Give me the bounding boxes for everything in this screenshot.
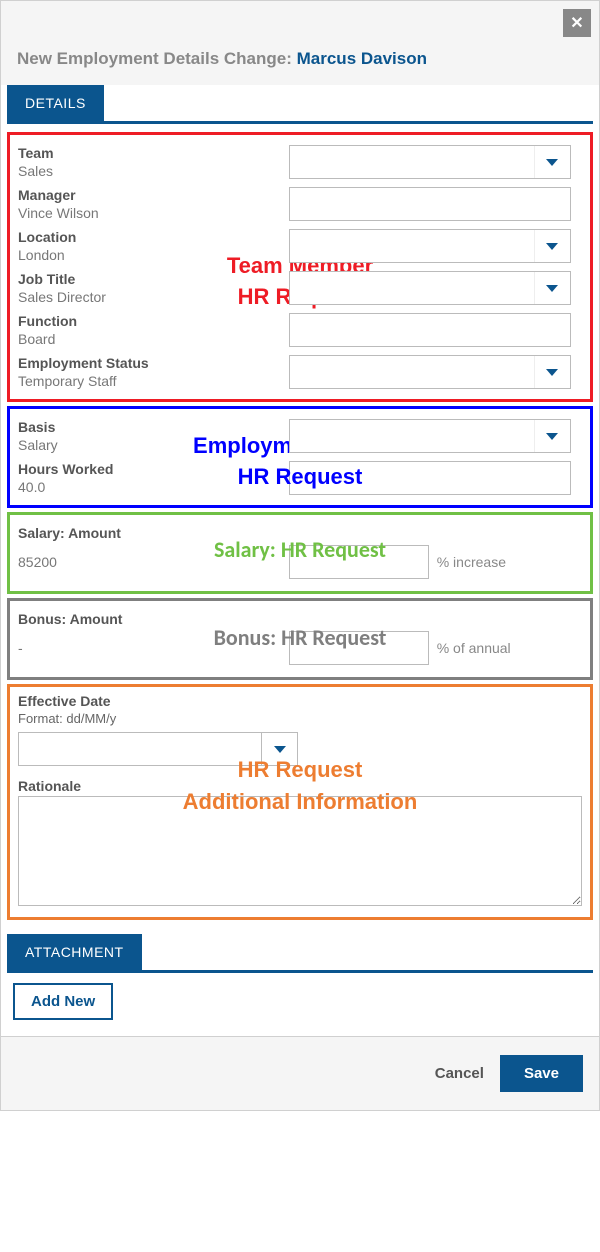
- bonus-value: -: [18, 640, 289, 656]
- location-dropdown[interactable]: [289, 229, 571, 263]
- effective-date-label: Effective Date: [18, 693, 582, 709]
- salary-section: Salary: HR Request Salary: Amount 85200 …: [7, 512, 593, 594]
- function-row: Function Board: [18, 309, 582, 351]
- empstatus-value: Temporary Staff: [18, 373, 289, 389]
- modal-footer: Cancel Save: [1, 1036, 599, 1110]
- location-value: London: [18, 247, 289, 263]
- salary-value: 85200: [18, 554, 289, 570]
- hours-row: Hours Worked 40.0: [18, 457, 582, 499]
- empstatus-row: Employment Status Temporary Staff: [18, 351, 582, 393]
- modal-dialog: ✕ New Employment Details Change: Marcus …: [0, 0, 600, 1111]
- close-icon: ✕: [570, 13, 583, 33]
- basis-value: Salary: [18, 437, 289, 453]
- basis-row: Basis Salary: [18, 415, 582, 457]
- tab-details[interactable]: DETAILS: [7, 85, 104, 121]
- date-picker-button[interactable]: [262, 732, 298, 766]
- function-input[interactable]: [289, 313, 571, 347]
- chevron-down-icon: [534, 420, 570, 452]
- salary-suffix: % increase: [437, 554, 506, 570]
- chevron-down-icon: [534, 230, 570, 262]
- team-row: Team Sales: [18, 141, 582, 183]
- date-input-wrap: [18, 732, 298, 766]
- header-prefix: New Employment Details Change:: [17, 49, 297, 68]
- modal-header: New Employment Details Change: Marcus Da…: [1, 1, 599, 85]
- basis-dropdown[interactable]: [289, 419, 571, 453]
- jobtitle-label: Job Title: [18, 271, 289, 287]
- location-label: Location: [18, 229, 289, 245]
- chevron-down-icon: [274, 746, 286, 753]
- save-button[interactable]: Save: [500, 1055, 583, 1092]
- rationale-textarea[interactable]: [18, 796, 582, 906]
- jobtitle-value: Sales Director: [18, 289, 289, 305]
- close-button[interactable]: ✕: [563, 9, 591, 37]
- bonus-label: Bonus: Amount: [18, 611, 289, 627]
- salary-label: Salary: Amount: [18, 525, 289, 541]
- team-label: Team: [18, 145, 289, 161]
- function-label: Function: [18, 313, 289, 329]
- bonus-suffix: % of annual: [437, 640, 511, 656]
- effective-date-input[interactable]: [18, 732, 262, 766]
- employment-record-section: Employment Record HR Request Basis Salar…: [7, 406, 593, 508]
- bonus-section: Bonus: HR Request Bonus: Amount - % of a…: [7, 598, 593, 680]
- tab-attachment[interactable]: ATTACHMENT: [7, 934, 142, 970]
- team-value: Sales: [18, 163, 289, 179]
- manager-input[interactable]: [289, 187, 571, 221]
- hours-value: 40.0: [18, 479, 289, 495]
- manager-value: Vince Wilson: [18, 205, 289, 221]
- chevron-down-icon: [534, 272, 570, 304]
- date-format-hint: Format: dd/MM/y: [18, 711, 582, 726]
- empstatus-label: Employment Status: [18, 355, 289, 371]
- basis-label: Basis: [18, 419, 289, 435]
- cancel-button[interactable]: Cancel: [435, 1065, 484, 1082]
- hours-label: Hours Worked: [18, 461, 289, 477]
- modal-content: DETAILS Team Member HR Request Team Sale…: [1, 85, 599, 1036]
- manager-label: Manager: [18, 187, 289, 203]
- team-dropdown[interactable]: [289, 145, 571, 179]
- chevron-down-icon: [534, 356, 570, 388]
- function-value: Board: [18, 331, 289, 347]
- salary-increase-input[interactable]: [289, 545, 429, 579]
- add-new-button[interactable]: Add New: [13, 983, 113, 1020]
- team-member-section: Team Member HR Request Team Sales Manage…: [7, 132, 593, 402]
- header-person-name: Marcus Davison: [297, 49, 427, 68]
- location-row: Location London: [18, 225, 582, 267]
- effective-section: HR Request Additional Information Effect…: [7, 684, 593, 920]
- jobtitle-row: Job Title Sales Director: [18, 267, 582, 309]
- jobtitle-dropdown[interactable]: [289, 271, 571, 305]
- details-tabs: DETAILS: [7, 85, 593, 124]
- rationale-label: Rationale: [18, 778, 582, 794]
- attachment-tabs: ATTACHMENT: [7, 934, 593, 973]
- manager-row: Manager Vince Wilson: [18, 183, 582, 225]
- bonus-percent-input[interactable]: [289, 631, 429, 665]
- chevron-down-icon: [534, 146, 570, 178]
- hours-input[interactable]: [289, 461, 571, 495]
- empstatus-dropdown[interactable]: [289, 355, 571, 389]
